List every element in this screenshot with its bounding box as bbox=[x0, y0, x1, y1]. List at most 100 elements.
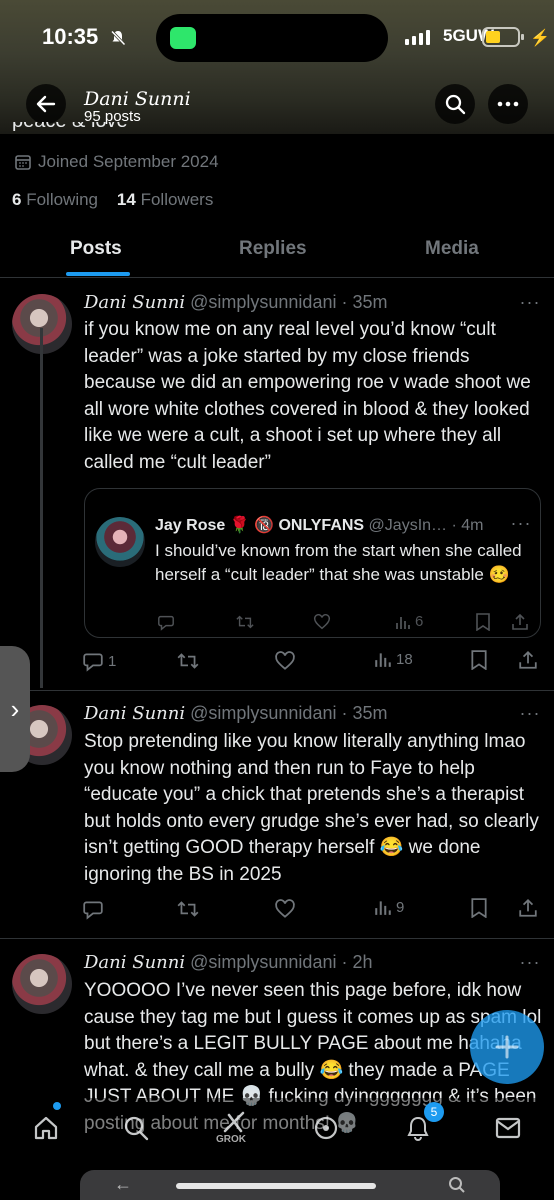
avatar[interactable] bbox=[12, 954, 72, 1014]
post-actions: 1 18 bbox=[82, 650, 542, 674]
quoted-views: 6 bbox=[395, 613, 423, 630]
heart-icon bbox=[275, 899, 295, 918]
following-link[interactable]: 6 Following bbox=[12, 190, 98, 209]
toolbar-search-icon[interactable] bbox=[448, 1176, 466, 1194]
more-dots-icon bbox=[497, 101, 519, 107]
profile-tabs: Posts Replies Media bbox=[0, 226, 554, 278]
quoted-like-icon bbox=[313, 613, 331, 631]
post-display-name[interactable]: Dani Sunni bbox=[84, 952, 185, 973]
post-more-icon[interactable]: ··· bbox=[518, 952, 542, 973]
quoted-header: Jay Rose 🌹 🔞 ONLYFANS @JaysIn… · 4m bbox=[155, 517, 484, 534]
reply-count: 1 bbox=[108, 652, 117, 670]
post-header: Dani Sunni @simplysunnidani · 35m bbox=[84, 292, 388, 313]
search-button[interactable] bbox=[435, 84, 475, 124]
like-button[interactable] bbox=[274, 650, 296, 672]
compose-button[interactable] bbox=[470, 1010, 544, 1084]
bookmark-icon bbox=[471, 898, 487, 918]
quoted-display-name: Jay Rose 🌹 🔞 ONLYFANS bbox=[155, 517, 365, 534]
toolbar-back-icon[interactable]: ← bbox=[114, 1174, 132, 1195]
bookmark-icon bbox=[471, 650, 487, 670]
active-tab-indicator bbox=[66, 272, 130, 276]
post-time: 35m bbox=[352, 292, 388, 312]
like-button[interactable] bbox=[274, 898, 296, 920]
quoted-actions: 6 bbox=[157, 613, 537, 637]
notifications-badge: 5 bbox=[424, 1102, 444, 1122]
grok-label: GROK bbox=[216, 1134, 246, 1145]
nav-communities[interactable] bbox=[306, 1108, 346, 1148]
tab-media[interactable]: Media bbox=[425, 238, 479, 260]
grok-icon bbox=[223, 1111, 245, 1133]
side-panel-handle[interactable]: › bbox=[0, 646, 30, 772]
header-display-name: Dani Sunni bbox=[84, 88, 191, 110]
views-icon bbox=[375, 901, 391, 915]
repost-icon bbox=[177, 901, 199, 917]
search-icon bbox=[445, 94, 466, 115]
joined-text: Joined September 2024 bbox=[38, 152, 219, 171]
nav-messages[interactable] bbox=[488, 1108, 528, 1148]
mail-icon bbox=[495, 1117, 521, 1139]
repost-icon bbox=[177, 653, 199, 669]
views-icon bbox=[396, 616, 410, 629]
share-button[interactable] bbox=[518, 898, 538, 918]
reply-button[interactable]: 1 bbox=[82, 650, 116, 672]
back-button[interactable] bbox=[26, 84, 66, 124]
views-button[interactable]: 9 bbox=[374, 898, 404, 916]
post-divider bbox=[0, 938, 554, 939]
quoted-share-icon bbox=[511, 613, 529, 631]
post-display-name[interactable]: Dani Sunni bbox=[84, 292, 185, 313]
repost-button[interactable] bbox=[176, 898, 200, 920]
home-new-indicator bbox=[53, 1102, 61, 1110]
quoted-handle: @JaysIn… bbox=[368, 517, 448, 534]
post-time: 2h bbox=[352, 952, 373, 972]
followers-link[interactable]: 14 Followers bbox=[117, 190, 213, 209]
heart-icon bbox=[275, 651, 295, 670]
chevron-right-icon: › bbox=[10, 693, 20, 724]
quoted-avatar bbox=[95, 517, 145, 567]
share-button[interactable] bbox=[518, 650, 538, 670]
tab-posts[interactable]: Posts bbox=[70, 238, 122, 260]
post-time: 35m bbox=[352, 703, 388, 723]
quoted-more-icon[interactable]: ··· bbox=[509, 513, 533, 534]
reply-button[interactable] bbox=[82, 898, 104, 920]
more-options-button[interactable] bbox=[488, 84, 528, 124]
follow-stats: 6 Following 14 Followers bbox=[12, 190, 213, 210]
silent-bell-icon bbox=[110, 30, 126, 46]
home-indicator bbox=[176, 1183, 376, 1189]
bookmark-button[interactable] bbox=[470, 898, 488, 918]
search-icon bbox=[124, 1116, 149, 1141]
nav-search[interactable] bbox=[116, 1108, 156, 1148]
cellular-signal-icon bbox=[405, 30, 430, 45]
facetime-indicator-icon bbox=[170, 27, 196, 49]
status-time: 10:35 bbox=[42, 24, 99, 49]
share-icon bbox=[519, 650, 537, 669]
share-icon bbox=[519, 898, 537, 917]
nav-home[interactable] bbox=[26, 1108, 66, 1148]
quoted-post[interactable]: Jay Rose 🌹 🔞 ONLYFANS @JaysIn… · 4m ··· … bbox=[84, 488, 541, 638]
repost-button[interactable] bbox=[176, 650, 200, 672]
quoted-repost-icon bbox=[235, 613, 255, 631]
following-label: Following bbox=[26, 190, 99, 209]
post-more-icon[interactable]: ··· bbox=[518, 292, 542, 313]
followers-count: 14 bbox=[116, 190, 136, 209]
views-count: 9 bbox=[396, 898, 405, 916]
tab-replies[interactable]: Replies bbox=[239, 238, 307, 260]
quoted-reply-icon bbox=[157, 613, 175, 631]
post-text: if you know me on any real level you’d k… bbox=[84, 319, 531, 473]
post-handle[interactable]: @simplysunnidani bbox=[190, 952, 336, 972]
post-handle[interactable]: @simplysunnidani bbox=[190, 292, 336, 312]
post-handle[interactable]: @simplysunnidani bbox=[190, 703, 336, 723]
views-button[interactable]: 18 bbox=[374, 650, 413, 668]
post-more-icon[interactable]: ··· bbox=[518, 703, 542, 724]
status-bar: 10:35 5GUW ⚡ bbox=[0, 0, 554, 76]
quoted-time: 4m bbox=[461, 517, 484, 534]
communities-icon bbox=[314, 1116, 338, 1140]
post-header: Dani Sunni @simplysunnidani · 2h bbox=[84, 952, 373, 973]
reply-icon bbox=[83, 653, 103, 672]
followers-label: Followers bbox=[140, 190, 214, 209]
bookmark-button[interactable] bbox=[470, 650, 488, 670]
calendar-icon bbox=[15, 155, 31, 170]
post-text: Stop pretending like you know literally … bbox=[84, 731, 539, 885]
views-icon bbox=[375, 653, 391, 667]
thread-line bbox=[40, 328, 43, 688]
post-display-name[interactable]: Dani Sunni bbox=[84, 703, 185, 724]
